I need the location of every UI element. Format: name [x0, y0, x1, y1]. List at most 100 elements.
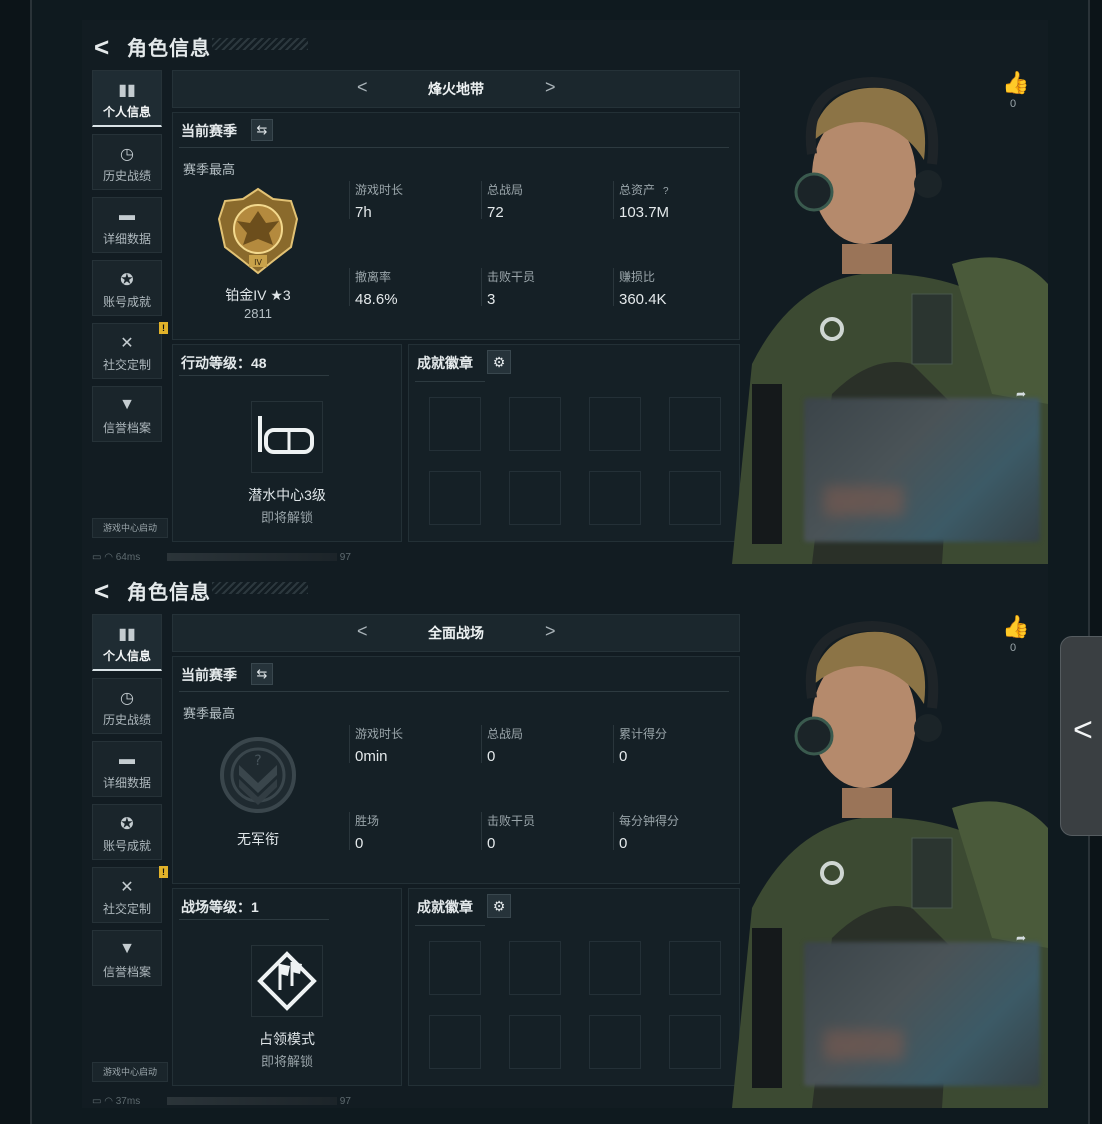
badge-slot[interactable]	[589, 1015, 641, 1069]
rank-name: 无军衔	[237, 831, 279, 847]
tools-icon: ✕	[120, 335, 134, 352]
game-center-button[interactable]: 游戏中心启动	[92, 1062, 168, 1082]
badge-slot[interactable]	[589, 941, 641, 995]
status-strip	[166, 553, 337, 562]
season-header: 当前赛季	[181, 123, 237, 139]
thumbs-up-icon[interactable]: 👍	[1002, 70, 1029, 96]
stat-label: 游戏时长	[355, 727, 404, 741]
stat-value: 0	[487, 835, 496, 852]
share-icon[interactable]: ➦	[1016, 931, 1026, 945]
side-collapse-tab[interactable]: <	[1060, 636, 1102, 836]
badges-panel: 成就徽章 ⚙	[408, 344, 740, 542]
swap-season-button[interactable]: ⇆	[251, 663, 273, 685]
sidebar-item-reputation[interactable]: ▼ 信誉档案	[92, 386, 162, 442]
bar-chart-icon: ▮▮	[118, 82, 136, 99]
share-icon[interactable]: ➦	[1016, 387, 1026, 401]
sidebar-item-label: 信誉档案	[102, 421, 151, 435]
stat-label: 总战局	[487, 183, 524, 197]
character-info-screen-1: < 角色信息 ▮▮ 个人信息 ◷ 历史战绩 ▬ 详细数据 ✪ 账号成就 ✕ 社交…	[82, 20, 1048, 564]
stat-label: 总战局	[487, 727, 524, 741]
sidebar-item-detailed-data[interactable]: ▬ 详细数据	[92, 197, 162, 253]
like-count: 0	[1010, 98, 1017, 110]
battery-icon: ▭	[92, 552, 102, 563]
level-panel: 战场等级：1 占领模式 即将解锁	[172, 888, 402, 1086]
badge-slot[interactable]	[509, 941, 561, 995]
sidebar-item-label: 信誉档案	[102, 965, 151, 979]
gear-icon[interactable]: ⚙	[487, 894, 511, 918]
gear-icon[interactable]: ⚙	[487, 350, 511, 374]
stat-label: 游戏时长	[355, 183, 404, 197]
mode-next-button[interactable]: >	[545, 77, 556, 98]
sidebar-item-history[interactable]: ◷ 历史战绩	[92, 134, 162, 190]
sidebar-item-label: 个人信息	[102, 649, 151, 663]
folder-icon: ▬	[119, 207, 135, 224]
rank-name: 铂金IV ★3	[225, 287, 291, 303]
stat-wins: 胜场 0	[349, 812, 475, 852]
sidebar-item-label: 详细数据	[102, 776, 151, 790]
divider	[179, 375, 329, 376]
sidebar-item-achievements[interactable]: ✪ 账号成就	[92, 260, 162, 316]
help-icon[interactable]: ?	[663, 186, 669, 197]
status-right-text: 97	[339, 1096, 351, 1107]
divider	[415, 925, 485, 926]
shield-icon: ▼	[119, 396, 135, 413]
sidebar-item-personal-info[interactable]: ▮▮ 个人信息	[92, 614, 162, 671]
mode-name: 烽火地带	[428, 81, 484, 97]
stat-total-matches: 总战局 0	[481, 725, 607, 765]
back-button[interactable]: <	[94, 32, 109, 63]
stat-label: 击败干员	[487, 814, 536, 828]
page-title: 角色信息	[127, 582, 211, 604]
sidebar-item-detailed-data[interactable]: ▬ 详细数据	[92, 741, 162, 797]
level-header: 行动等级：48	[181, 355, 267, 371]
thumbs-up-icon[interactable]: 👍	[1002, 614, 1029, 640]
wifi-icon: ◠	[104, 1096, 113, 1107]
sidebar-item-reputation[interactable]: ▼ 信誉档案	[92, 930, 162, 986]
swap-season-button[interactable]: ⇆	[251, 119, 273, 141]
badge-slot[interactable]	[429, 1015, 481, 1069]
divider	[179, 147, 729, 148]
badge-slot[interactable]	[589, 471, 641, 525]
character-info-screen-2: < 角色信息 ▮▮ 个人信息 ◷ 历史战绩 ▬ 详细数据 ✪ 账号成就 ✕ 社交…	[82, 564, 1048, 1108]
game-center-button[interactable]: 游戏中心启动	[92, 518, 168, 538]
back-button[interactable]: <	[94, 576, 109, 607]
stat-kills: 击败干员 3	[481, 268, 607, 308]
medal-icon: ✪	[120, 816, 134, 833]
badges-panel: 成就徽章 ⚙	[408, 888, 740, 1086]
svg-text:IV: IV	[254, 258, 262, 267]
sidebar-item-label: 历史战绩	[102, 169, 151, 183]
sidebar-item-social[interactable]: ✕ 社交定制 !	[92, 866, 168, 923]
badge-slot[interactable]	[509, 1015, 561, 1069]
stat-total-matches: 总战局 72	[481, 181, 607, 221]
mode-selector: < 烽火地带 >	[172, 70, 740, 108]
title-decoration	[212, 38, 308, 50]
badge-slot[interactable]	[509, 471, 561, 525]
mode-next-button[interactable]: >	[545, 621, 556, 642]
status-bar: ▭ ◠ 64ms 97	[92, 552, 351, 563]
rank-emblem-icon: IV	[217, 187, 299, 275]
badge-slot[interactable]	[589, 397, 641, 451]
blurred-region	[804, 942, 1040, 1086]
sidebar-item-social[interactable]: ✕ 社交定制 !	[92, 322, 168, 379]
divider	[179, 691, 729, 692]
page-title: 角色信息	[127, 38, 211, 60]
badge-slot[interactable]	[429, 471, 481, 525]
rank-points: 2811	[244, 306, 272, 321]
diving-mask-icon	[258, 416, 314, 454]
badge-slot[interactable]	[429, 941, 481, 995]
battery-icon: ▭	[92, 1096, 102, 1107]
sidebar-nav: ▮▮ 个人信息 ◷ 历史战绩 ▬ 详细数据 ✪ 账号成就 ✕ 社交定制 ! ▼ …	[92, 614, 168, 993]
season-best-label: 赛季最高	[183, 162, 236, 177]
sidebar-item-label: 个人信息	[102, 105, 151, 119]
blurred-region	[804, 398, 1040, 542]
badge-slot[interactable]	[509, 397, 561, 451]
sidebar-item-personal-info[interactable]: ▮▮ 个人信息	[92, 70, 162, 127]
bar-chart-icon: ▮▮	[118, 626, 136, 643]
badge-slot[interactable]	[429, 397, 481, 451]
sidebar-item-history[interactable]: ◷ 历史战绩	[92, 678, 162, 734]
stat-play-time: 游戏时长 0min	[349, 725, 475, 765]
sidebar-item-achievements[interactable]: ✪ 账号成就	[92, 804, 162, 860]
ping-text: 37ms	[115, 1096, 141, 1107]
rank-box: IV 铂金IV ★3 2811	[183, 179, 333, 321]
stat-label: 胜场	[355, 814, 380, 828]
wifi-icon: ◠	[104, 552, 113, 563]
